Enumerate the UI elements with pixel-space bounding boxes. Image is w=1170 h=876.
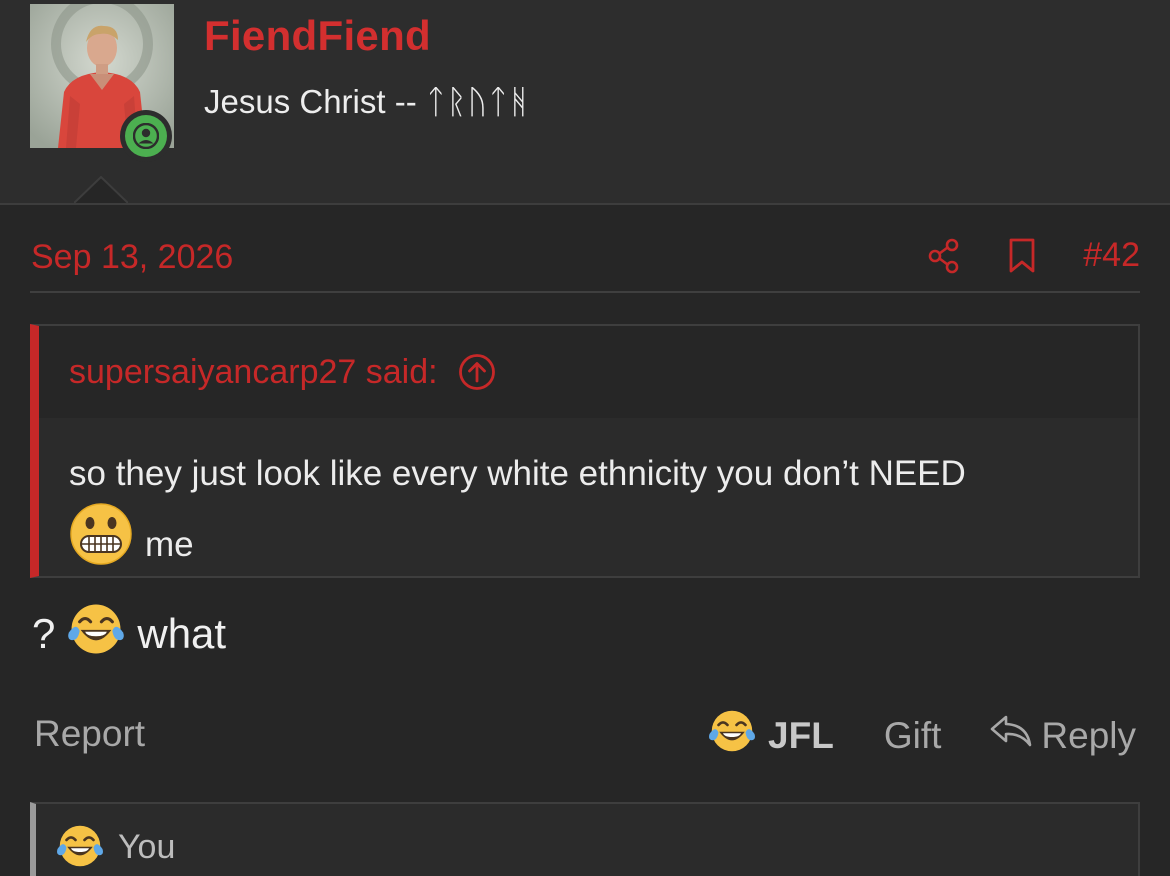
- reply-icon: [989, 713, 1033, 758]
- bookmark-icon[interactable]: [1005, 237, 1039, 275]
- user-icon: [125, 115, 167, 157]
- quote-body: so they just look like every white ethni…: [39, 418, 1138, 587]
- quote-author[interactable]: supersaiyancarp27 said:: [69, 353, 438, 392]
- user-title: Jesus Christ -- ᛏᚱᚢᛏᚻ: [204, 82, 530, 121]
- post-body-prefix: ?: [32, 610, 56, 657]
- gift-button[interactable]: Gift: [884, 715, 942, 757]
- tears-of-joy-icon: [56, 822, 104, 875]
- post-footer-actions: JFL Gift Reply: [708, 707, 1136, 764]
- tears-of-joy-icon: [708, 707, 756, 764]
- divider: [30, 291, 1140, 293]
- reply-label: Reply: [1041, 714, 1136, 756]
- post-body-text: what: [137, 610, 227, 657]
- reaction-button[interactable]: JFL: [708, 707, 834, 764]
- quote-text-end: me: [145, 524, 194, 564]
- reply-button[interactable]: Reply: [989, 713, 1136, 758]
- quote-text-line: me: [69, 502, 1108, 587]
- post-date[interactable]: Sep 13, 2026: [31, 238, 233, 277]
- user-title-runes: ᛏᚱᚢᛏᚻ: [425, 82, 530, 121]
- header-pointer-arrow: [74, 176, 128, 204]
- reactions-users[interactable]: You: [118, 828, 175, 867]
- quote-text-line: so they just look like every white ethni…: [69, 454, 966, 493]
- forum-post: FiendFiend Jesus Christ -- ᛏᚱᚢᛏᚻ Sep 13,…: [0, 0, 1170, 876]
- go-to-original-icon[interactable]: [458, 353, 496, 391]
- tears-of-joy-icon: [67, 600, 125, 668]
- post-body: ? what: [32, 600, 226, 668]
- online-status-badge: [120, 110, 172, 162]
- share-icon[interactable]: [927, 237, 961, 275]
- reaction-label: JFL: [768, 714, 834, 756]
- grimacing-face-icon: [69, 502, 133, 587]
- post-number-link[interactable]: #42: [1083, 236, 1140, 275]
- user-header: FiendFiend Jesus Christ -- ᛏᚱᚢᛏᚻ: [0, 0, 1170, 205]
- report-link[interactable]: Report: [34, 713, 145, 755]
- user-title-prefix: Jesus Christ --: [204, 83, 426, 120]
- quote-header[interactable]: supersaiyancarp27 said:: [39, 326, 1138, 418]
- post-actions: #42: [927, 236, 1140, 275]
- quote-block: supersaiyancarp27 said: so they just loo…: [30, 324, 1140, 578]
- reactions-bar[interactable]: You: [30, 802, 1140, 876]
- username[interactable]: FiendFiend: [204, 12, 431, 60]
